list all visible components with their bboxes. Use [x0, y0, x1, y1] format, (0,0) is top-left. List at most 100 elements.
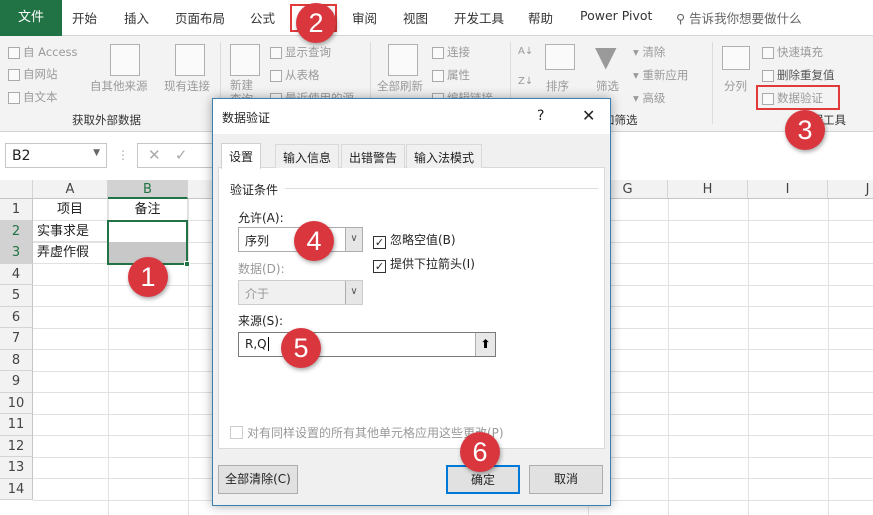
tab-home[interactable]: 开始 — [72, 8, 97, 27]
gridline — [188, 199, 189, 515]
step-badge-6: 6 — [460, 432, 500, 472]
row-header-2[interactable]: 2 — [0, 220, 33, 242]
label: 删除重复值 — [777, 68, 835, 82]
sort-descending-icon[interactable]: Z↓ — [518, 76, 533, 87]
label: 连接 — [447, 45, 470, 59]
access-icon — [8, 46, 20, 59]
column-header-b[interactable]: B — [108, 180, 188, 199]
ignore-blank-checkbox[interactable]: ✓ 忽略空值(B) — [373, 231, 456, 249]
label: 自网站 — [23, 67, 58, 81]
from-table-button[interactable]: 从表格 — [270, 67, 320, 83]
connections-button[interactable]: 连接 — [432, 44, 470, 60]
highlight-data-validation — [756, 85, 840, 110]
properties-button[interactable]: 属性 — [432, 67, 470, 83]
tab-view[interactable]: 视图 — [403, 8, 428, 27]
row-header-3[interactable]: 3 — [0, 242, 33, 264]
tab-review[interactable]: 审阅 — [352, 8, 377, 27]
tab-error-alert[interactable]: 出错警告 — [341, 144, 406, 168]
filter-button[interactable]: 筛选 — [596, 78, 619, 94]
row-header-8[interactable]: 8 — [0, 349, 33, 371]
reapply-button[interactable]: ▾ 重新应用 — [633, 67, 688, 83]
refresh-icon — [388, 44, 418, 76]
tab-power-pivot[interactable]: Power Pivot — [580, 8, 652, 23]
label: 显示查询 — [285, 45, 331, 59]
text-to-columns-icon — [722, 46, 750, 70]
validation-criteria-heading: 验证条件 — [230, 183, 279, 197]
dialog-title: 数据验证 — [222, 111, 271, 125]
clear-all-button[interactable]: 全部清除(C) — [218, 465, 298, 494]
tell-me-search[interactable]: ⚲ 告诉我你想要做什么 — [676, 8, 802, 27]
show-queries-button[interactable]: 显示查询 — [270, 44, 331, 60]
row-header-13[interactable]: 13 — [0, 457, 33, 479]
label: 从表格 — [285, 68, 320, 82]
from-text-button[interactable]: 自文本 — [8, 89, 58, 105]
row-header-6[interactable]: 6 — [0, 306, 33, 328]
apply-to-all-checkbox[interactable]: 对有同样设置的所有其他单元格应用这些更改(P) — [230, 424, 504, 441]
help-button[interactable]: ? — [537, 108, 544, 124]
tab-insert[interactable]: 插入 — [124, 8, 149, 27]
column-header-h[interactable]: H — [668, 180, 748, 199]
from-web-button[interactable]: 自网站 — [8, 66, 58, 82]
tab-help[interactable]: 帮助 — [528, 8, 553, 27]
label: 高级 — [642, 91, 666, 105]
tab-ime-mode[interactable]: 输入法模式 — [406, 144, 483, 168]
tab-page-layout[interactable]: 页面布局 — [175, 8, 225, 27]
advanced-filter-button[interactable]: ▾ 高级 — [633, 90, 665, 106]
text-to-columns-button[interactable]: 分列 — [724, 78, 747, 94]
row-header-11[interactable]: 11 — [0, 414, 33, 436]
from-access-button[interactable]: 自 Access — [8, 44, 78, 60]
cancel-button[interactable]: 取消 — [529, 465, 603, 494]
enter-icon[interactable]: ✓ — [175, 146, 188, 164]
collapse-dialog-icon[interactable]: ⬆ — [475, 333, 495, 356]
row-header-7[interactable]: 7 — [0, 328, 33, 350]
step-badge-5: 5 — [281, 328, 321, 368]
label: 属性 — [447, 68, 470, 82]
filter-icon: ▼ — [595, 40, 617, 73]
gridline — [828, 199, 829, 515]
checkbox-unchecked-icon — [230, 426, 243, 439]
tab-input-message[interactable]: 输入信息 — [275, 144, 340, 168]
tab-developer[interactable]: 开发工具 — [454, 8, 504, 27]
remove-duplicates-button[interactable]: 删除重复值 — [762, 67, 835, 83]
source-input[interactable]: R,Q ⬆ — [238, 332, 496, 357]
close-button[interactable]: ✕ — [582, 106, 595, 125]
select-all-corner[interactable] — [0, 180, 33, 199]
divider — [285, 188, 598, 189]
name-box[interactable]: B2 ▼ — [5, 143, 107, 168]
gridline — [748, 199, 749, 515]
tab-settings[interactable]: 设置 — [221, 143, 262, 169]
sort-icon — [545, 44, 575, 70]
clear-filter-button[interactable]: ▾ 清除 — [633, 44, 665, 60]
column-header-i[interactable]: I — [748, 180, 828, 199]
tab-file[interactable]: 文件 — [0, 0, 62, 36]
existing-connections-icon — [175, 44, 205, 76]
more-dots-icon: ⋮ — [117, 148, 129, 162]
refresh-all-button[interactable]: 全部刷新 — [377, 78, 423, 94]
row-header-10[interactable]: 10 — [0, 392, 33, 414]
row-header-4[interactable]: 4 — [0, 263, 33, 285]
other-sources-icon — [110, 44, 140, 76]
in-cell-dropdown-checkbox[interactable]: ✓ 提供下拉箭头(I) — [373, 255, 475, 273]
flash-fill-button[interactable]: 快速填充 — [762, 44, 823, 60]
search-text: 告诉我你想要做什么 — [689, 11, 802, 26]
fill-handle[interactable] — [184, 261, 190, 267]
label: 提供下拉箭头(I) — [390, 257, 475, 271]
tab-formulas[interactable]: 公式 — [250, 8, 275, 27]
data-validation-dialog: 数据验证 ? ✕ 设置 输入信息 出错警告 输入法模式 验证条件 允许(A): … — [212, 98, 611, 506]
row-header-14[interactable]: 14 — [0, 478, 33, 500]
label: 自文本 — [23, 90, 58, 104]
search-icon: ⚲ — [676, 11, 690, 26]
row-header-5[interactable]: 5 — [0, 285, 33, 307]
row-header-1[interactable]: 1 — [0, 199, 33, 221]
other-sources-button[interactable]: 自其他来源 — [90, 78, 148, 94]
column-header-j[interactable]: J — [828, 180, 873, 199]
data-select: 介于 ∨ — [238, 280, 363, 305]
column-header-a[interactable]: A — [33, 180, 108, 199]
cancel-icon[interactable]: ✕ — [148, 146, 161, 164]
row-header-12[interactable]: 12 — [0, 435, 33, 457]
sort-button[interactable]: 排序 — [546, 78, 569, 94]
sort-ascending-icon[interactable]: A↓ — [518, 46, 533, 57]
row-header-9[interactable]: 9 — [0, 371, 33, 393]
existing-connections-button[interactable]: 现有连接 — [164, 78, 210, 94]
allow-label: 允许(A): — [238, 211, 284, 225]
